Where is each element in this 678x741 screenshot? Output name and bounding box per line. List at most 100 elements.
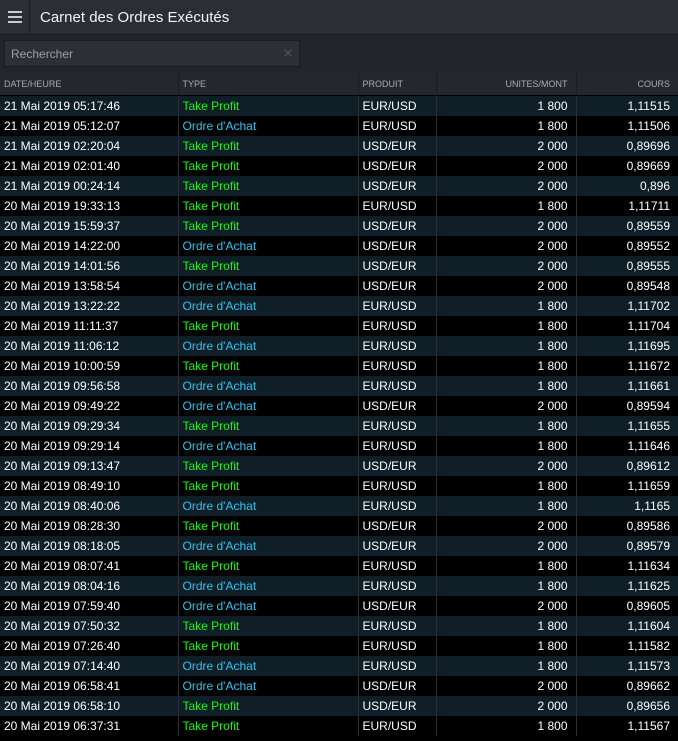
cell-date: 20 Mai 2019 14:22:00 [0,236,179,256]
column-header-product[interactable]: PRODUIT [358,73,437,96]
table-row[interactable]: 20 Mai 2019 10:00:59 Take Profit EUR/USD 1 … [0,356,678,376]
cell-product: EUR/USD [358,356,437,376]
cell-units: 2 000 [436,596,577,616]
cell-date: 20 Mai 2019 09:29:34 [0,416,179,436]
cell-product: USD/EUR [358,456,437,476]
cell-date: 20 Mai 2019 13:22:22 [0,296,179,316]
table-row[interactable]: 20 Mai 2019 08:04:16 Ordre d'Achat EUR/USD… [0,576,678,596]
table-row[interactable]: 20 Mai 2019 11:11:37 Take Profit EUR/USD 1 … [0,316,678,336]
table-row[interactable]: 20 Mai 2019 13:58:54 Ordre d'Achat USD/EUR… [0,276,678,296]
table-row[interactable]: 20 Mai 2019 09:29:34 Take Profit EUR/USD 1 … [0,416,678,436]
cell-product: USD/EUR [358,696,437,716]
table-row[interactable]: 20 Mai 2019 08:49:10 Take Profit EUR/USD 1 … [0,476,678,496]
cell-price: 0,89586 [576,516,678,536]
cell-date: 20 Mai 2019 11:11:37 [0,316,179,336]
table-row[interactable]: 21 Mai 2019 05:12:07 Ordre d'Achat EUR/USD… [0,116,678,136]
table-body: 21 Mai 2019 05:17:46 Take Profit EUR/USD 1 … [0,95,678,736]
cell-product: USD/EUR [358,156,437,176]
cell-units: 1 800 [436,95,577,116]
table-row[interactable]: 20 Mai 2019 09:13:47 Take Profit USD/EUR 2 … [0,456,678,476]
cell-units: 2 000 [436,696,577,716]
table-row[interactable]: 20 Mai 2019 06:37:31 Take Profit EUR/USD 1 … [0,716,678,736]
cell-units: 2 000 [436,176,577,196]
cell-date: 20 Mai 2019 08:40:06 [0,496,179,516]
cell-units: 1 800 [436,116,577,136]
cell-price: 0,89696 [576,136,678,156]
cell-price: 1,11702 [576,296,678,316]
cell-units: 1 800 [436,316,577,336]
table-row[interactable]: 20 Mai 2019 08:28:30 Take Profit USD/EUR 2 … [0,516,678,536]
table-row[interactable]: 20 Mai 2019 15:59:37 Take Profit USD/EUR 2 … [0,216,678,236]
table-row[interactable]: 20 Mai 2019 07:50:32 Take Profit EUR/USD 1 … [0,616,678,636]
cell-price: 0,89656 [576,696,678,716]
table-row[interactable]: 20 Mai 2019 11:06:12 Ordre d'Achat EUR/USD… [0,336,678,356]
cell-product: EUR/USD [358,436,437,456]
cell-price: 1,11704 [576,316,678,336]
table-row[interactable]: 20 Mai 2019 06:58:41 Ordre d'Achat USD/EUR… [0,676,678,696]
cell-price: 1,11515 [576,95,678,116]
cell-date: 20 Mai 2019 08:49:10 [0,476,179,496]
table-row[interactable]: 20 Mai 2019 07:59:40 Ordre d'Achat USD/EUR… [0,596,678,616]
table-row[interactable]: 20 Mai 2019 09:29:14 Ordre d'Achat EUR/USD… [0,436,678,456]
cell-date: 20 Mai 2019 11:06:12 [0,336,179,356]
cell-price: 1,11604 [576,616,678,636]
column-header-price[interactable]: COURS [576,73,678,96]
cell-type: Ordre d'Achat [178,496,359,516]
hamburger-menu-button[interactable] [0,0,30,34]
table-row[interactable]: 21 Mai 2019 00:24:14 Take Profit USD/EUR 2 … [0,176,678,196]
cell-date: 20 Mai 2019 06:58:41 [0,676,179,696]
table-row[interactable]: 21 Mai 2019 02:20:04 Take Profit USD/EUR 2 … [0,136,678,156]
cell-units: 2 000 [436,216,577,236]
table-row[interactable]: 20 Mai 2019 08:18:05 Ordre d'Achat USD/EUR… [0,536,678,556]
cell-type: Take Profit [178,356,359,376]
table-row[interactable]: 20 Mai 2019 07:26:40 Take Profit EUR/USD 1 … [0,636,678,656]
table-row[interactable]: 20 Mai 2019 08:40:06 Ordre d'Achat EUR/USD… [0,496,678,516]
cell-price: 0,89555 [576,256,678,276]
table-row[interactable]: 20 Mai 2019 06:58:10 Take Profit USD/EUR 2 … [0,696,678,716]
cell-units: 2 000 [436,276,577,296]
table-row[interactable]: 20 Mai 2019 07:14:40 Ordre d'Achat EUR/USD… [0,656,678,676]
cell-price: 1,11573 [576,656,678,676]
table-row[interactable]: 20 Mai 2019 14:22:00 Ordre d'Achat USD/EUR… [0,236,678,256]
cell-product: EUR/USD [358,95,437,116]
cell-type: Take Profit [178,256,359,276]
cell-price: 0,89669 [576,156,678,176]
close-icon[interactable]: ✕ [277,45,299,62]
cell-date: 20 Mai 2019 09:49:22 [0,396,179,416]
column-header-units[interactable]: UNITES/MONT [436,73,577,96]
table-row[interactable]: 20 Mai 2019 14:01:56 Take Profit USD/EUR 2 … [0,256,678,276]
cell-price: 1,11711 [576,196,678,216]
cell-price: 1,11582 [576,636,678,656]
table-row[interactable]: 20 Mai 2019 09:49:22 Ordre d'Achat USD/EUR… [0,396,678,416]
table-row[interactable]: 20 Mai 2019 08:07:41 Take Profit EUR/USD 1 … [0,556,678,576]
search-input[interactable] [5,41,277,66]
cell-units: 2 000 [436,256,577,276]
cell-type: Take Profit [178,716,359,736]
table-row[interactable]: 20 Mai 2019 13:22:22 Ordre d'Achat EUR/USD… [0,296,678,316]
cell-type: Take Profit [178,156,359,176]
cell-price: 0,89594 [576,396,678,416]
cell-product: EUR/USD [358,416,437,436]
table-row[interactable]: 20 Mai 2019 09:56:58 Ordre d'Achat EUR/USD… [0,376,678,396]
cell-type: Ordre d'Achat [178,236,359,256]
cell-date: 20 Mai 2019 08:28:30 [0,516,179,536]
table-row[interactable]: 21 Mai 2019 02:01:40 Take Profit USD/EUR 2 … [0,156,678,176]
cell-product: USD/EUR [358,256,437,276]
cell-product: USD/EUR [358,136,437,156]
table-row[interactable]: 21 Mai 2019 05:17:46 Take Profit EUR/USD 1 … [0,95,678,116]
column-header-date[interactable]: DATE/HEURE [0,73,179,96]
cell-product: EUR/USD [358,716,437,736]
cell-type: Take Profit [178,456,359,476]
cell-price: 0,896 [576,176,678,196]
cell-units: 2 000 [436,156,577,176]
cell-date: 21 Mai 2019 02:20:04 [0,136,179,156]
cell-price: 0,89662 [576,676,678,696]
cell-units: 1 800 [436,616,577,636]
cell-date: 20 Mai 2019 08:07:41 [0,556,179,576]
cell-date: 20 Mai 2019 19:33:13 [0,196,179,216]
cell-date: 20 Mai 2019 09:13:47 [0,456,179,476]
table-row[interactable]: 20 Mai 2019 19:33:13 Take Profit EUR/USD 1 … [0,196,678,216]
cell-product: EUR/USD [358,556,437,576]
cell-units: 1 800 [436,556,577,576]
column-header-type[interactable]: TYPE [178,73,359,96]
